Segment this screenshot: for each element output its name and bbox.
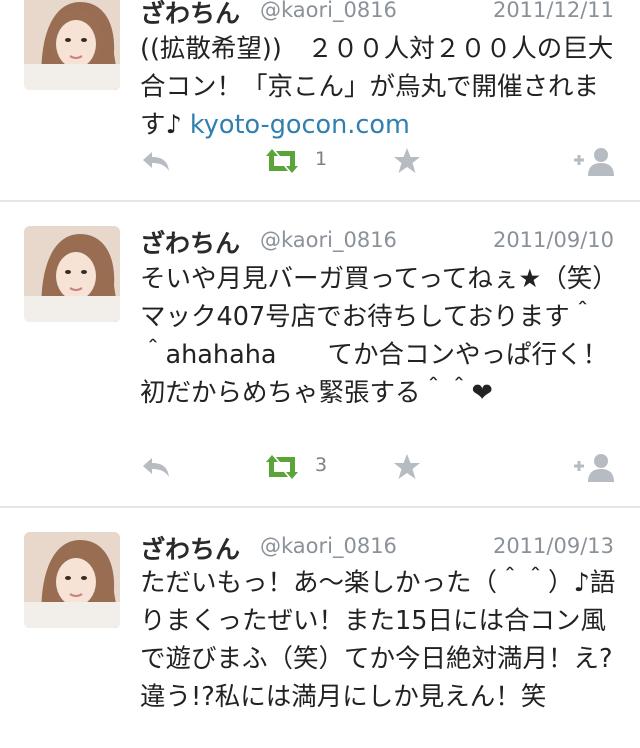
tweet-2[interactable]: ざわちん @kaori_0816 2011/09/10 そいや月見バーガ買ってっ… <box>0 202 640 504</box>
avatar[interactable] <box>24 0 120 90</box>
retweet-icon[interactable] <box>262 452 302 482</box>
avatar-photo <box>24 532 120 628</box>
retweet-icon[interactable] <box>262 146 302 176</box>
tweet-actions: 3 <box>140 452 620 482</box>
tweet-actions: 1 <box>140 146 620 176</box>
display-name[interactable]: ざわちん <box>140 530 240 566</box>
reply-icon[interactable] <box>140 146 172 176</box>
avatar[interactable] <box>24 532 120 628</box>
display-name[interactable]: ざわちん <box>140 0 240 30</box>
favorite-icon[interactable] <box>392 146 422 176</box>
tweet-text: ((拡散希望)) ２００人対２００人の巨大合コン！「京こん」が烏丸で開催されます… <box>140 30 620 144</box>
reply-icon[interactable] <box>140 452 172 482</box>
follow-icon[interactable] <box>572 452 618 482</box>
display-name[interactable]: ざわちん <box>140 224 240 260</box>
tweet-date: 2011/09/10 <box>492 228 614 252</box>
tweet-3[interactable]: ざわちん @kaori_0816 2011/09/13 ただいもっ！あ〜楽しかっ… <box>0 508 640 748</box>
user-handle[interactable]: @kaori_0816 <box>260 534 397 558</box>
avatar[interactable] <box>24 226 120 322</box>
favorite-icon[interactable] <box>392 452 422 482</box>
user-handle[interactable]: @kaori_0816 <box>260 0 397 22</box>
user-handle[interactable]: @kaori_0816 <box>260 228 397 252</box>
tweet-date: 2011/12/11 <box>492 0 614 22</box>
tweet-text: そいや月見バーガ買ってってねぇ★（笑）マック407号店でお待ちしております＾＾a… <box>140 264 618 408</box>
tweet-text: ただいもっ！あ〜楽しかった（＾＾）♪語りまくったぜい！また15日には合コン風で遊… <box>140 568 616 712</box>
follow-icon[interactable] <box>572 146 618 176</box>
tweet-1[interactable]: ざわちん @kaori_0816 2011/12/11 ((拡散希望)) ２００… <box>0 0 640 196</box>
tweet-date: 2011/09/13 <box>492 534 614 558</box>
avatar-photo <box>24 226 120 322</box>
retweet-count: 1 <box>315 148 328 170</box>
retweet-count: 3 <box>315 454 328 476</box>
tweet-link[interactable]: kyoto-gocon.com <box>190 110 410 140</box>
avatar-photo <box>24 0 120 90</box>
